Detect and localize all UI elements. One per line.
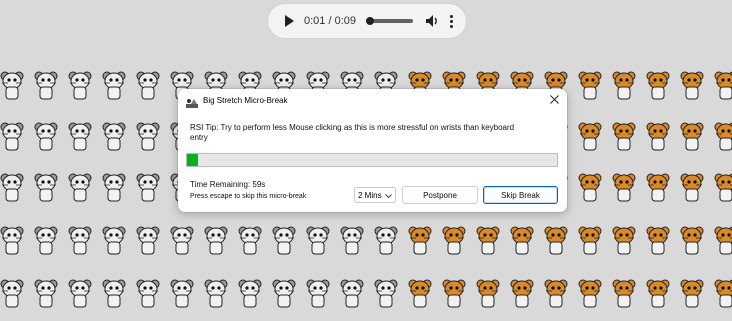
hamster-icon: [544, 278, 568, 308]
hamster-icon: [102, 225, 126, 255]
hamster-icon: [578, 172, 602, 202]
hamster-icon: [170, 278, 194, 308]
hamster-icon: [476, 225, 500, 255]
hamster-icon: [578, 278, 602, 308]
rsi-tip-text: RSI Tip: Try to perform less Mouse click…: [190, 123, 515, 142]
micro-break-dialog: Big Stretch Micro-Break RSI Tip: Try to …: [178, 89, 567, 212]
hamster-icon: [714, 225, 732, 255]
hamster-icon: [510, 225, 534, 255]
hamster-icon: [680, 172, 704, 202]
hamster-icon: [646, 172, 670, 202]
hamster-icon: [646, 225, 670, 255]
hamster-icon: [680, 225, 704, 255]
dialog-titlebar: Big Stretch Micro-Break: [178, 89, 567, 111]
hamster-icon: [170, 225, 194, 255]
hamster-icon: [34, 70, 58, 100]
hamster-icon: [136, 172, 160, 202]
hamster-icon: [0, 278, 24, 308]
hamster-icon: [68, 278, 92, 308]
hamster-icon: [578, 121, 602, 151]
hamster-icon: [442, 225, 466, 255]
hamster-icon: [102, 121, 126, 151]
hamster-icon: [136, 278, 160, 308]
hamster-icon: [646, 121, 670, 151]
audio-player[interactable]: 0:01 / 0:09: [268, 4, 466, 38]
hamster-icon: [408, 225, 432, 255]
hamster-icon: [34, 121, 58, 151]
hamster-icon: [374, 225, 398, 255]
hamster-icon: [68, 121, 92, 151]
hamster-icon: [136, 121, 160, 151]
hamster-icon: [374, 278, 398, 308]
hamster-icon: [0, 172, 24, 202]
hamster-icon: [476, 278, 500, 308]
hamster-icon: [0, 70, 24, 100]
hamster-icon: [340, 225, 364, 255]
hamster-icon: [714, 121, 732, 151]
hamster-icon: [612, 172, 636, 202]
time-remaining: Time Remaining: 59s: [190, 180, 266, 189]
close-icon[interactable]: [548, 93, 560, 105]
hamster-icon: [204, 225, 228, 255]
hamster-icon: [102, 172, 126, 202]
hamster-icon: [102, 278, 126, 308]
postpone-duration-select[interactable]: 2 Mins: [354, 187, 396, 203]
audio-time: 0:01 / 0:09: [304, 15, 356, 27]
audio-seek-bar[interactable]: [366, 17, 414, 25]
more-options-icon[interactable]: [447, 13, 456, 29]
hamster-icon: [272, 225, 296, 255]
hamster-icon: [442, 278, 466, 308]
hamster-icon: [612, 121, 636, 151]
volume-icon[interactable]: [425, 14, 439, 28]
hamster-icon: [306, 225, 330, 255]
hamster-icon: [306, 278, 330, 308]
hamster-icon: [34, 278, 58, 308]
hamster-icon: [340, 278, 364, 308]
hamster-icon: [680, 278, 704, 308]
hamster-icon: [204, 278, 228, 308]
dialog-title: Big Stretch Micro-Break: [203, 95, 288, 105]
hamster-icon: [612, 225, 636, 255]
hamster-icon: [0, 225, 24, 255]
postpone-button[interactable]: Postpone: [402, 186, 478, 204]
hamster-icon: [408, 278, 432, 308]
hamster-icon: [612, 278, 636, 308]
hamster-icon: [714, 70, 732, 100]
hamster-icon: [578, 70, 602, 100]
chevron-down-icon: [385, 192, 392, 199]
stretch-app-icon: [186, 95, 198, 108]
hamster-icon: [578, 225, 602, 255]
hamster-icon: [136, 70, 160, 100]
progress-fill: [187, 154, 199, 166]
hamster-icon: [34, 172, 58, 202]
escape-hint: Press escape to skip this micro-break: [190, 193, 307, 200]
hamster-icon: [272, 278, 296, 308]
hamster-icon: [510, 278, 534, 308]
hamster-icon: [714, 278, 732, 308]
hamster-icon: [238, 278, 262, 308]
hamster-icon: [102, 70, 126, 100]
postpone-duration-value: 2 Mins: [358, 190, 382, 200]
hamster-icon: [646, 278, 670, 308]
play-icon[interactable]: [282, 13, 296, 29]
hamster-icon: [136, 225, 160, 255]
hamster-icon: [68, 172, 92, 202]
hamster-icon: [714, 172, 732, 202]
hamster-icon: [68, 70, 92, 100]
hamster-icon: [238, 225, 262, 255]
hamster-icon: [544, 225, 568, 255]
hamster-icon: [680, 70, 704, 100]
seek-thumb[interactable]: [366, 17, 374, 25]
break-progress-bar: [186, 153, 558, 167]
hamster-icon: [34, 225, 58, 255]
hamster-icon: [680, 121, 704, 151]
hamster-icon: [612, 70, 636, 100]
hamster-icon: [646, 70, 670, 100]
hamster-icon: [68, 225, 92, 255]
hamster-icon: [0, 121, 24, 151]
skip-break-button[interactable]: Skip Break: [483, 186, 558, 204]
